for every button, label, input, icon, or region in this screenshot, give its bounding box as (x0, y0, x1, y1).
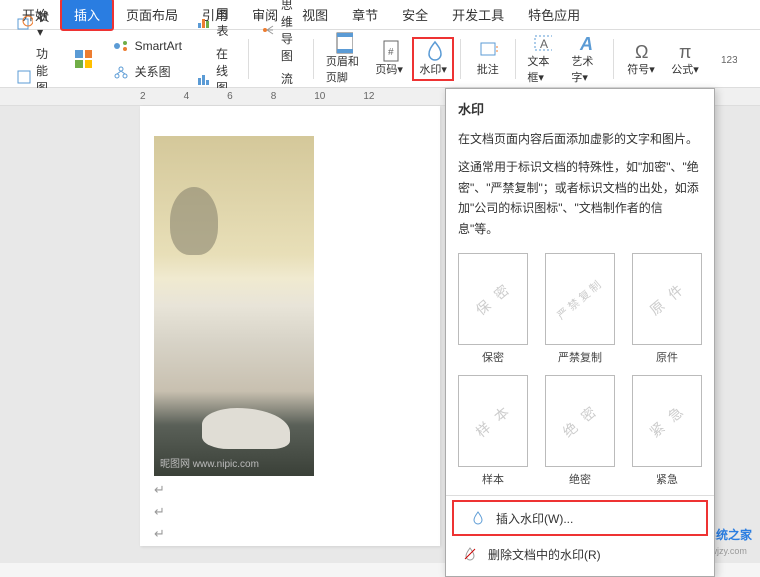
tab-security[interactable]: 安全 (390, 0, 440, 29)
formula-button[interactable]: π公式▾ (664, 39, 706, 79)
paragraph-mark: ↵ (154, 526, 430, 542)
watermark-tooltip: 水印 在文档页面内容后面添加虚影的文字和图片。 这通常用于标识文档的特殊性，如"… (446, 89, 714, 249)
watermark-icon (423, 41, 443, 61)
paragraph-mark: ↵ (154, 482, 430, 498)
comment-button[interactable]: 批注 (467, 39, 509, 79)
tab-special[interactable]: 特色应用 (516, 0, 592, 29)
relation-button[interactable]: 关系图 (105, 60, 188, 84)
menu-insert-watermark[interactable]: 插入水印(W)... (452, 500, 708, 536)
svg-text:A: A (579, 34, 593, 54)
svg-text:#: # (388, 47, 394, 58)
tab-insert[interactable]: 插入 (60, 0, 114, 31)
preset-original[interactable]: 原 件原件 (632, 253, 702, 365)
preset-no-copy[interactable]: 严禁复制严禁复制 (545, 253, 615, 365)
watermark-dropdown: 水印 在文档页面内容后面添加虚影的文字和图片。 这通常用于标识文档的特殊性，如"… (445, 88, 715, 577)
mindmap-icon (261, 20, 277, 40)
icon-lib-button[interactable] (61, 47, 103, 71)
svg-text:A: A (540, 37, 548, 51)
online-chart-icon (196, 69, 212, 89)
svg-text:π: π (679, 42, 691, 62)
relation-icon (111, 62, 131, 82)
tab-layout[interactable]: 页面布局 (114, 0, 190, 29)
tab-dev[interactable]: 开发工具 (440, 0, 516, 29)
shape-icon (16, 13, 33, 33)
wordart-icon: A (576, 33, 596, 53)
header-footer-icon (333, 33, 353, 53)
watermark-presets: 保 密保密 严禁复制严禁复制 原 件原件 样 本样本 绝 密绝密 紧 急紧急 (446, 249, 714, 491)
tab-bar: 开始 插入 页面布局 引用 审阅 视图 章节 安全 开发工具 特色应用 (0, 0, 760, 30)
symbol-icon: Ω (631, 41, 651, 61)
tooltip-para-1: 在文档页面内容后面添加虚影的文字和图片。 (458, 129, 702, 149)
preset-confidential[interactable]: 保 密保密 (458, 253, 528, 365)
icon-lib-icon (72, 49, 92, 69)
textbox-icon: A (532, 33, 552, 53)
chart-icon (196, 12, 213, 32)
page-num-button[interactable]: #页码▾ (368, 39, 410, 79)
tooltip-para-2: 这通常用于标识文档的特殊性，如"加密"、"绝密"、"严禁复制"；或者标识文档的出… (458, 157, 702, 239)
ribbon: 状▾ 功能图▾ SmartArt 关系图 图表 在线图表 思维导图 流程图 页眉… (0, 30, 760, 88)
symbol-button[interactable]: Ω符号▾ (620, 39, 662, 79)
insert-watermark-icon (468, 508, 488, 528)
comment-icon (478, 41, 498, 61)
func-icon (16, 67, 32, 87)
remove-watermark-icon (460, 544, 480, 564)
formula-icon: π (675, 41, 695, 61)
shape-button[interactable]: 状▾ (10, 6, 59, 41)
mindmap-button[interactable]: 思维导图 (255, 0, 307, 66)
preset-sample[interactable]: 样 本样本 (458, 375, 528, 487)
tab-chapter[interactable]: 章节 (340, 0, 390, 29)
paragraph-mark: ↵ (154, 504, 430, 520)
inserted-image[interactable]: 昵图网 www.nipic.com (154, 136, 314, 476)
document-page[interactable]: 昵图网 www.nipic.com ↵ ↵ ↵ (140, 106, 440, 546)
smartart-button[interactable]: SmartArt (105, 34, 188, 58)
more-button[interactable]: 123 (708, 47, 750, 71)
svg-text:123: 123 (721, 55, 737, 66)
chart-button[interactable]: 图表 (190, 3, 242, 41)
wordart-button[interactable]: A艺术字▾ (565, 31, 607, 87)
header-footer-button[interactable]: 页眉和页脚 (320, 31, 366, 87)
preset-top-secret[interactable]: 绝 密绝密 (545, 375, 615, 487)
more-icon: 123 (719, 49, 739, 69)
textbox-button[interactable]: A文本框▾ (521, 31, 563, 87)
preset-urgent[interactable]: 紧 急紧急 (632, 375, 702, 487)
watermark-button[interactable]: 水印▾ (412, 37, 454, 81)
menu-remove-watermark[interactable]: 删除文档中的水印(R) (446, 538, 714, 570)
image-credit: 昵图网 www.nipic.com (160, 455, 259, 470)
page-num-icon: # (379, 41, 399, 61)
smartart-icon (111, 36, 131, 56)
svg-text:Ω: Ω (635, 42, 648, 62)
tooltip-title: 水印 (458, 99, 702, 121)
